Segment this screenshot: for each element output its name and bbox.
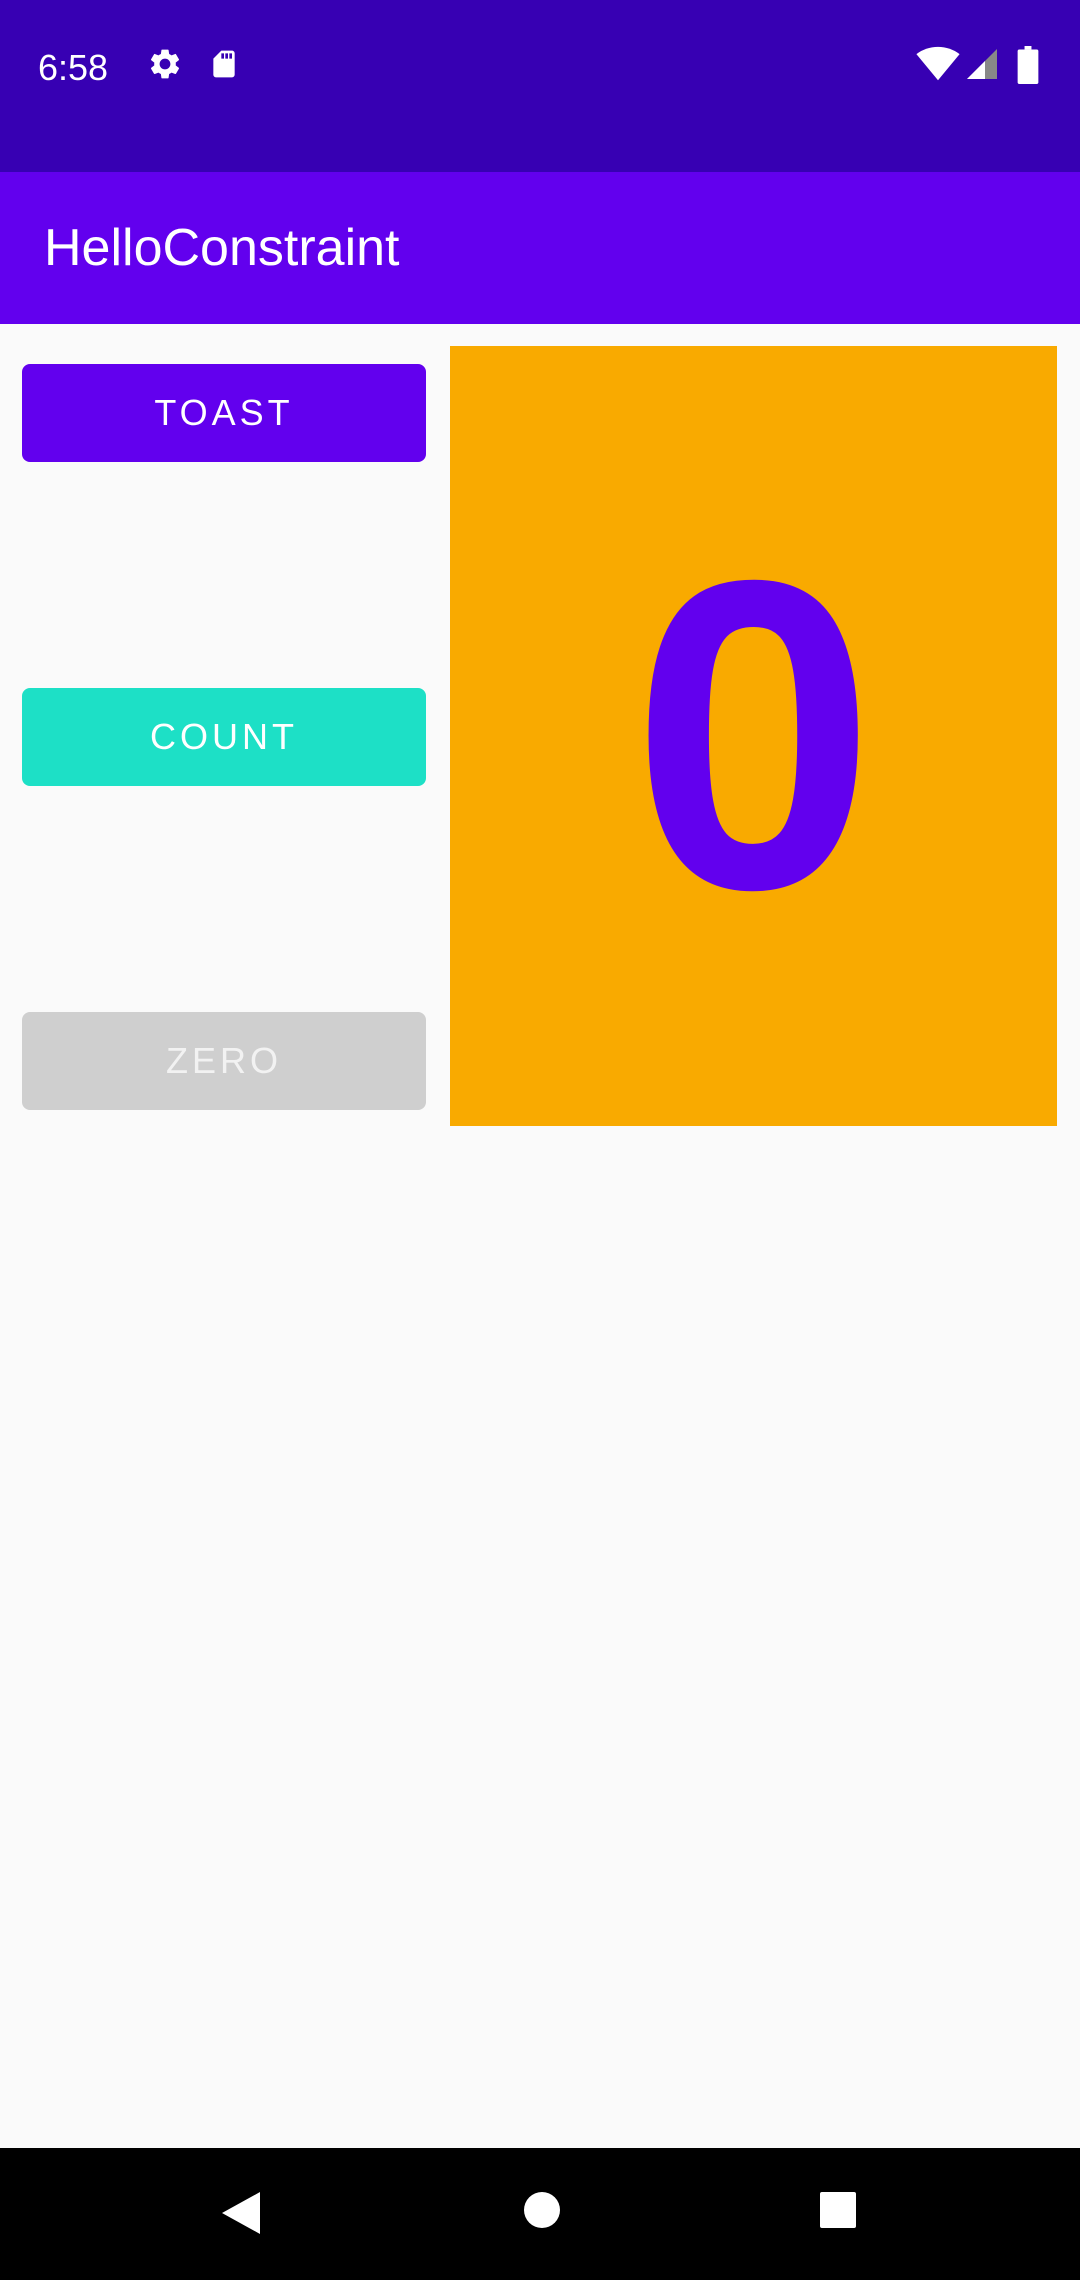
battery-icon bbox=[1017, 46, 1039, 89]
status-bar: 6:58 bbox=[0, 0, 1080, 172]
recents-icon[interactable] bbox=[816, 2188, 860, 2237]
home-icon[interactable] bbox=[520, 2188, 564, 2237]
sd-card-icon bbox=[208, 46, 240, 87]
count-value: 0 bbox=[631, 490, 876, 981]
zero-button[interactable]: ZERO bbox=[22, 1012, 426, 1110]
wifi-icon bbox=[916, 46, 960, 87]
count-button[interactable]: COUNT bbox=[22, 688, 426, 786]
count-panel: 0 bbox=[450, 346, 1057, 1126]
app-title: HelloConstraint bbox=[44, 219, 400, 277]
app-bar: HelloConstraint bbox=[0, 172, 1080, 324]
status-time: 6:58 bbox=[38, 47, 109, 88]
navigation-bar bbox=[0, 2148, 1080, 2280]
gear-icon bbox=[147, 46, 183, 87]
cell-signal-icon bbox=[964, 46, 1000, 87]
toast-button[interactable]: TOAST bbox=[22, 364, 426, 462]
back-icon[interactable] bbox=[218, 2188, 264, 2243]
